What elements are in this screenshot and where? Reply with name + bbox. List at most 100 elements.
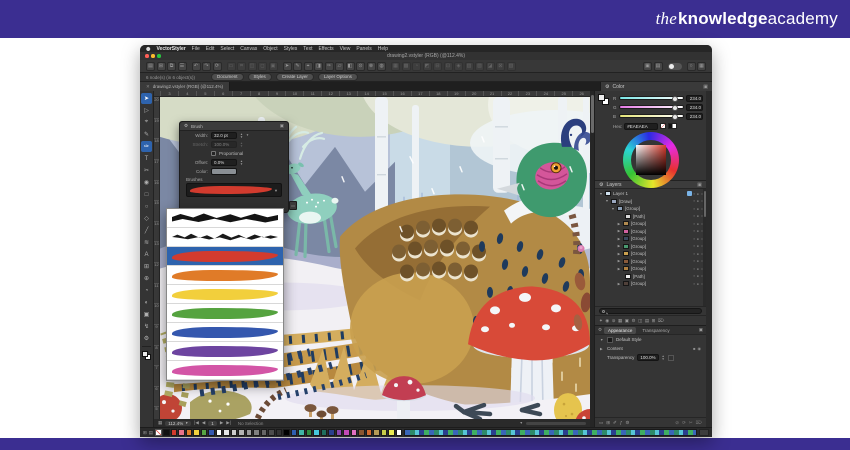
layer-row[interactable]: ▼ [Group] ▪ ● ○ — [595, 205, 706, 213]
tool-button[interactable]: ◐ — [141, 297, 152, 308]
layers-tool-icon[interactable]: ▤ — [645, 318, 649, 324]
tool-button[interactable]: ✂ — [141, 165, 152, 176]
layer-name[interactable]: [Group] — [631, 229, 685, 234]
channel-slider[interactable] — [619, 105, 684, 109]
menu-item[interactable]: Help — [378, 46, 388, 52]
menu-item[interactable]: VectorStyler — [156, 46, 185, 52]
color-swatch[interactable] — [246, 429, 253, 436]
color-swatch[interactable] — [261, 429, 268, 436]
layers-tool-icon[interactable]: ◫ — [638, 318, 642, 324]
layer-name[interactable]: [Group] — [631, 221, 685, 226]
layer-row[interactable]: ▼ [Draw] ▪ ● ○ — [595, 198, 706, 206]
tab-appearance[interactable]: Appearance — [604, 327, 636, 334]
bw-swatch[interactable] — [668, 123, 677, 129]
color-swatch[interactable] — [351, 429, 358, 436]
chevron-down-icon[interactable]: ▼ — [274, 188, 278, 193]
toolbar-button[interactable]: ◪ — [486, 62, 495, 71]
color-swatch[interactable] — [291, 429, 298, 436]
tool-button[interactable]: A — [141, 249, 152, 260]
toolbar-button[interactable]: ◻ — [258, 62, 267, 71]
appearance-tool-icon[interactable]: ⌦ — [696, 420, 702, 426]
lock-icon[interactable]: ▪ — [694, 282, 695, 286]
close-tab-icon[interactable]: ✕ — [146, 84, 150, 90]
gear-icon[interactable]: ⚙ — [605, 84, 609, 90]
history-button[interactable]: ↷ — [202, 62, 211, 71]
expand-arrow-icon[interactable]: ▼ — [611, 207, 615, 211]
brush-list-item[interactable] — [167, 209, 283, 228]
expand-arrow-icon[interactable]: ▶ — [617, 267, 621, 271]
tool-button[interactable]: ✎ — [141, 129, 152, 140]
mode-toggle[interactable] — [668, 63, 682, 70]
expand-arrow-icon[interactable]: ▶ — [617, 237, 621, 241]
layer-row[interactable]: ▶ [Group] ▪ ● ○ — [595, 220, 706, 228]
history-button[interactable]: ↶ — [192, 62, 201, 71]
tool-button[interactable]: ⚙ — [141, 333, 152, 344]
gear-icon[interactable]: ⚙ — [184, 123, 188, 129]
stretch-stepper[interactable]: ▲▼ — [240, 142, 243, 148]
expand-arrow-icon[interactable]: ▶ — [617, 259, 621, 263]
context-button[interactable]: Document — [211, 73, 244, 82]
color-swatch[interactable] — [208, 429, 215, 436]
layer-row[interactable]: ▶ [Group] ▪ ● ○ — [595, 265, 706, 273]
color-swatch[interactable] — [276, 429, 283, 436]
menu-item[interactable]: Styles — [284, 46, 298, 52]
fill-stroke-swatches[interactable] — [598, 94, 609, 105]
visibility-icon[interactable]: ● — [697, 207, 699, 211]
layer-name[interactable]: [Path] — [633, 274, 685, 279]
brush-list-item[interactable] — [167, 304, 283, 323]
view-toggle-button[interactable]: ▦ — [697, 62, 706, 71]
saturation-value-box[interactable] — [636, 145, 666, 175]
toolbar-button[interactable]: ◧ — [346, 62, 355, 71]
toolbar-button[interactable]: ▱ — [335, 62, 344, 71]
toolbar-button[interactable]: ▦ — [391, 62, 400, 71]
color-swatch[interactable] — [306, 429, 313, 436]
expand-arrow-icon[interactable]: ▶ — [617, 222, 621, 226]
menu-item[interactable]: Select — [220, 46, 234, 52]
lock-icon[interactable]: ▪ — [694, 192, 695, 196]
tool-button[interactable]: ◔ — [141, 285, 152, 296]
panel-menu-icon[interactable]: ▣ — [280, 123, 284, 129]
toolbar-button[interactable]: ▤ — [146, 62, 155, 71]
nav-next-button[interactable]: ▶ — [220, 420, 223, 426]
tool-button[interactable]: □ — [141, 189, 152, 200]
lock-icon[interactable]: ▪ — [694, 244, 695, 248]
color-panel-header[interactable]: ⚙ Color ▣ — [600, 82, 712, 91]
chevron-down-icon[interactable]: ▼ — [520, 421, 523, 425]
lock-icon[interactable]: ▪ — [694, 229, 695, 233]
context-button[interactable]: Create Layer — [276, 73, 314, 82]
brush-panel-header[interactable]: ⚙ Brush ▣ — [180, 122, 288, 131]
no-color-swatch[interactable] — [660, 123, 666, 129]
delete-brush-button[interactable]: ▭ — [289, 201, 297, 210]
menu-item[interactable]: Panels — [356, 46, 371, 52]
content-row[interactable]: ▶ Content ■◉ — [595, 344, 706, 353]
color-swatch[interactable] — [193, 429, 200, 436]
layers-tool-icon[interactable]: ⊞ — [652, 318, 656, 324]
offset-stepper[interactable]: ▲▼ — [240, 160, 243, 166]
color-swatch[interactable] — [328, 429, 335, 436]
horizontal-scrollbar[interactable] — [526, 422, 586, 425]
layers-tool-icon[interactable]: ▣ — [625, 318, 629, 324]
transparency-value-field[interactable]: 100.0% — [637, 354, 658, 361]
lock-icon[interactable]: ▪ — [694, 222, 695, 226]
tool-button[interactable]: ⊕ — [141, 273, 152, 284]
layer-name[interactable]: [Group] — [631, 281, 685, 286]
vertical-scrollbar[interactable] — [590, 91, 594, 427]
toolbar-button[interactable]: ⧉ — [167, 62, 176, 71]
layers-tool-icon[interactable]: ⊚ — [612, 318, 616, 324]
lock-icon[interactable]: ▪ — [694, 267, 695, 271]
visibility-icon[interactable]: ● — [697, 267, 699, 271]
brush-list-dropdown[interactable] — [166, 208, 284, 381]
channel-value-field[interactable]: 234.0 — [686, 104, 703, 111]
color-swatch[interactable] — [396, 429, 403, 436]
appearance-tool-icon[interactable]: ƒ — [620, 420, 623, 426]
menu-item[interactable]: Canvas — [240, 46, 257, 52]
page-number-field[interactable]: 1 — [208, 421, 217, 426]
visibility-icon[interactable]: ◉ — [698, 346, 702, 351]
tab-transparency[interactable]: Transparency — [638, 327, 673, 334]
color-swatch[interactable] — [283, 429, 290, 436]
color-swatch[interactable] — [231, 429, 238, 436]
layer-row[interactable]: ▶ [Group] ▪ ● ○ — [595, 250, 706, 258]
layer-name[interactable]: [Draw] — [619, 199, 685, 204]
color-swatch[interactable] — [321, 429, 328, 436]
brush-list-item[interactable] — [167, 247, 283, 266]
